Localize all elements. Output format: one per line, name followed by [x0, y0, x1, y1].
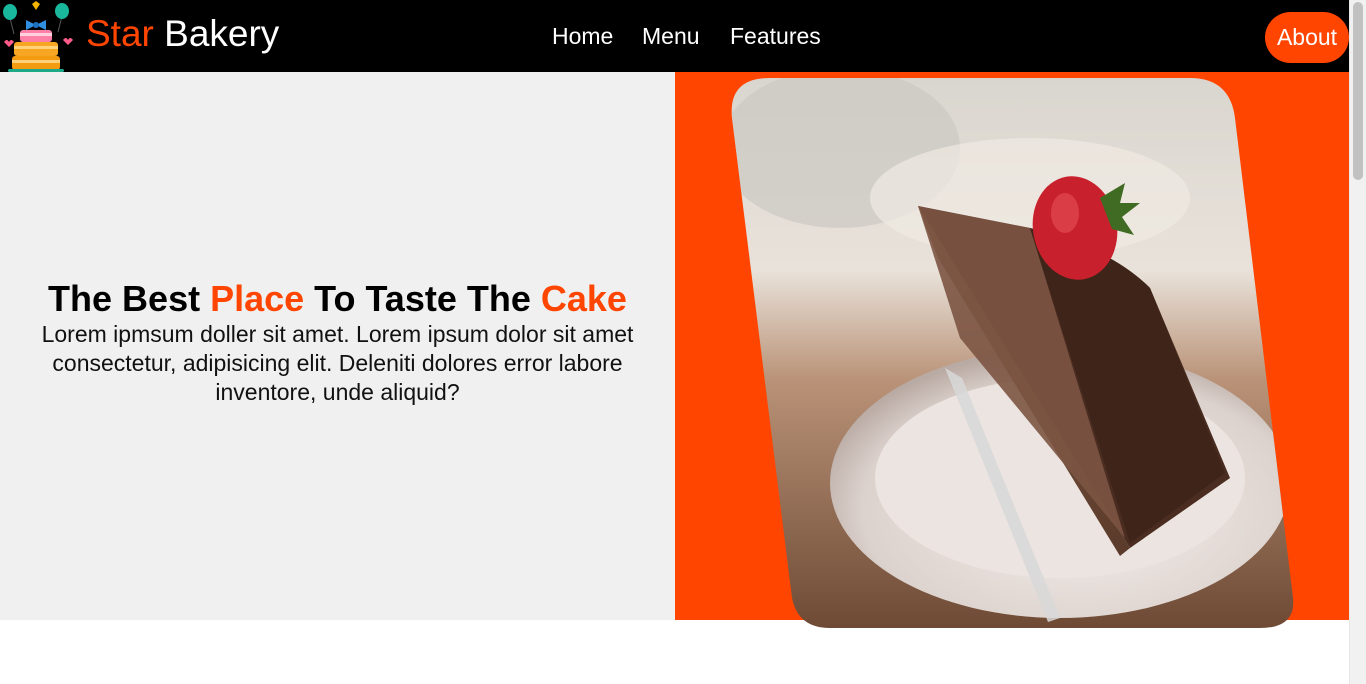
brand-name[interactable]: Star Bakery — [86, 12, 279, 56]
scrollbar-thumb[interactable] — [1353, 2, 1363, 180]
page-scrollbar[interactable] — [1349, 0, 1366, 684]
brand-first-word: Star — [86, 13, 154, 54]
page: Star Bakery Home Menu Features About The… — [0, 0, 1366, 684]
hero-title-part-3: To Taste The — [304, 278, 541, 319]
chocolate-cake-photo — [731, 78, 1294, 628]
nav-menu-link[interactable]: Menu — [642, 22, 700, 50]
hero-title-accent-cake: Cake — [540, 278, 627, 319]
hero-paragraph: Lorem ipmsum doller sit amet. Lorem ipsu… — [41, 321, 634, 405]
brand-second-word: Bakery — [164, 13, 280, 54]
cake-logo-icon[interactable] — [0, 0, 76, 72]
hero-title-part-1: The Best — [48, 278, 211, 319]
hero-title: The Best Place To Taste The Cake — [0, 278, 675, 320]
hero-title-accent-place: Place — [210, 278, 305, 319]
nav-home-link[interactable]: Home — [552, 22, 613, 50]
navbar: Star Bakery Home Menu Features About — [0, 0, 1349, 72]
about-button[interactable]: About — [1265, 12, 1349, 63]
nav-features-link[interactable]: Features — [730, 22, 821, 50]
